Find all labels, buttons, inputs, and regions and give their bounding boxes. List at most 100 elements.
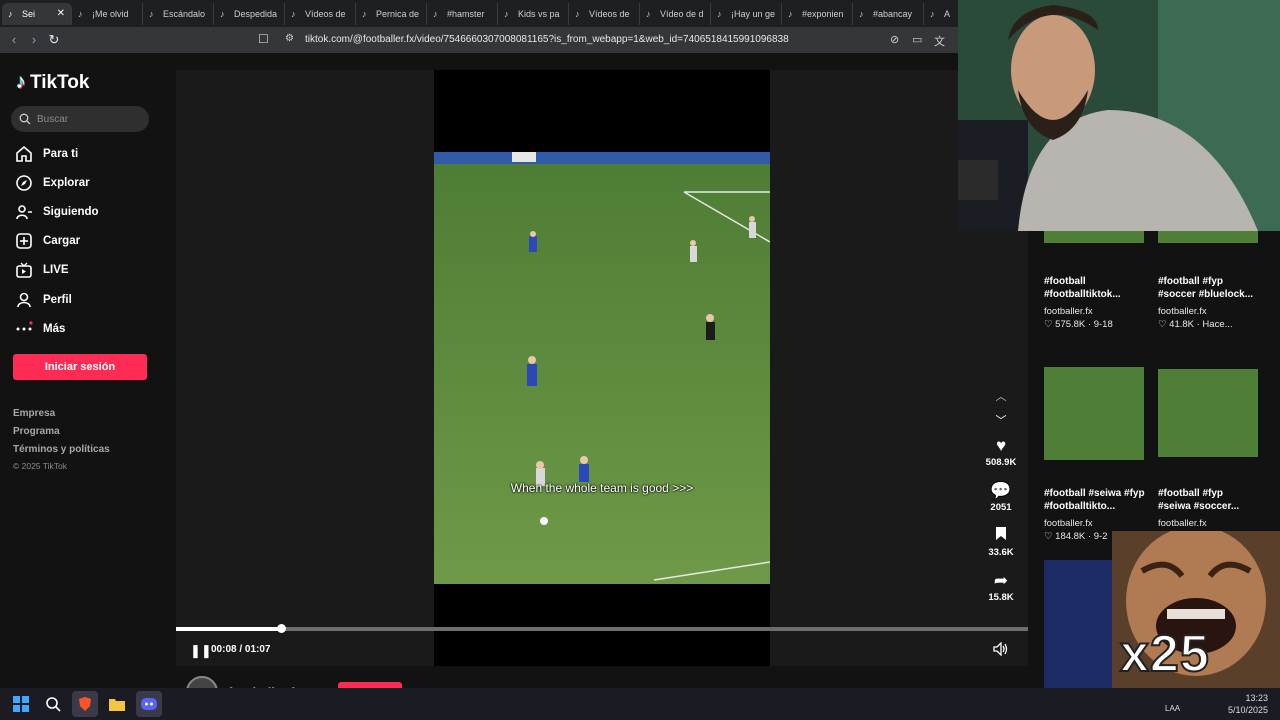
file-explorer-icon[interactable] — [104, 691, 130, 717]
sidebar: ♪ TikTok Buscar Para ti Explorar Siguien… — [0, 53, 176, 688]
browser-tab[interactable]: ♪ #hamster — [427, 2, 498, 25]
nav-label: LIVE — [43, 264, 69, 276]
related-meta-text: 575.8K · 9-18 — [1055, 319, 1113, 330]
nav-perfil[interactable]: Perfil — [15, 291, 72, 309]
live-icon — [16, 262, 32, 278]
action-column: ︿ ﹀ ♥ 508.9K 💬 2051 33.6K ➦ 15.8K — [978, 385, 1024, 613]
share-count: 15.8K — [988, 592, 1014, 603]
progress-knob[interactable] — [276, 624, 286, 633]
progress-fill — [176, 627, 281, 631]
nav-siguiendo[interactable]: Siguiendo — [15, 203, 99, 221]
browser-tab[interactable]: ♪ #exponien — [782, 2, 853, 25]
tab-label: #hamster — [447, 8, 485, 19]
tiktok-favicon-icon: ♪ — [859, 8, 864, 19]
related-title[interactable]: #football #fyp #soccer #bluelock... — [1158, 275, 1258, 301]
browser-tab[interactable]: ♪ Kids vs pa — [498, 2, 569, 25]
tab-label: Despedida — [234, 8, 278, 19]
related-user[interactable]: footballer.fx — [1044, 518, 1093, 529]
nav-explorar[interactable]: Explorar — [15, 174, 90, 192]
chevron-down-icon[interactable]: ﹀ — [978, 409, 1024, 433]
tiktok-favicon-icon: ♪ — [788, 8, 793, 19]
related-thumbnail[interactable] — [1158, 369, 1258, 457]
comment-icon[interactable]: 💬 — [978, 481, 1024, 501]
clock-date: 5/10/2025 — [1227, 705, 1268, 715]
tab-label: Vídeo de d — [660, 8, 704, 19]
tiktok-favicon-icon: ♪ — [362, 8, 367, 19]
copyright: © 2025 TikTok — [13, 461, 67, 471]
related-user[interactable]: footballer.fx — [1158, 306, 1207, 317]
nav-label: Cargar — [43, 235, 81, 247]
browser-tab[interactable]: ♪ Escándalo — [143, 2, 214, 25]
video-frame — [434, 152, 770, 584]
browser-tab[interactable]: ♪ Sei ✕ — [2, 2, 72, 25]
footer-link-terminos[interactable]: Términos y políticas — [13, 444, 110, 455]
tiktok-note-icon: ♪ — [16, 71, 26, 93]
nav-label: Siguiendo — [43, 206, 99, 218]
system-clock[interactable]: 13:23 5/10/2025 — [1228, 692, 1268, 716]
related-thumbnail[interactable] — [1044, 231, 1144, 243]
related-meta-text: 41.8K · Hace... — [1169, 319, 1233, 330]
discord-icon[interactable] — [136, 691, 162, 717]
site-info-icon[interactable]: ⚙ — [285, 33, 294, 44]
url-field[interactable]: tiktok.com/@footballer.fx/video/75466603… — [305, 34, 789, 45]
comment-count: 2051 — [990, 502, 1012, 513]
video-player[interactable]: When the whole team is good >>> — [434, 152, 770, 584]
browser-tab[interactable]: ♪ #abancay — [853, 2, 924, 25]
login-button[interactable]: Iniciar sesión — [13, 354, 147, 380]
footer-link-empresa[interactable]: Empresa — [13, 408, 55, 419]
search-input[interactable]: Buscar — [11, 106, 149, 132]
tab-label: Vídeos de — [589, 8, 630, 19]
cast-icon[interactable]: ▭ — [912, 33, 922, 46]
related-title[interactable]: #football #fyp #seiwa #soccer... — [1158, 487, 1258, 513]
share-icon[interactable]: ➦ — [978, 571, 1024, 591]
emote-multiplier: x25 — [1119, 624, 1210, 684]
related-title[interactable]: #football #seiwa #fyp #footballtikto... — [1044, 487, 1156, 513]
browser-tab[interactable]: ♪ Pernica de — [356, 2, 427, 25]
translate-icon[interactable]: 文 — [934, 33, 945, 49]
nav-cargar[interactable]: Cargar — [15, 232, 80, 250]
forward-icon[interactable]: › — [24, 32, 44, 47]
chevron-up-icon[interactable]: ︿ — [978, 385, 1024, 409]
reload-icon[interactable]: ↻ — [44, 32, 64, 48]
back-icon[interactable]: ‹ — [4, 32, 24, 47]
tiktok-favicon-icon: ♪ — [291, 8, 296, 19]
related-user[interactable]: footballer.fx — [1158, 518, 1207, 529]
related-meta: ♡ 41.8K · Hace... — [1158, 319, 1233, 330]
nav-para-ti[interactable]: Para ti — [15, 145, 78, 163]
related-thumbnail[interactable] — [1044, 367, 1144, 460]
windows-start-icon[interactable] — [8, 691, 34, 717]
close-tab-icon[interactable]: ✕ — [57, 8, 65, 19]
nav-live[interactable]: LIVE — [15, 261, 69, 279]
browser-tab[interactable]: ♪ Vídeos de — [285, 2, 356, 25]
tiktok-logo[interactable]: ♪ TikTok — [16, 71, 89, 94]
search-taskbar-icon[interactable] — [40, 691, 66, 717]
bookmark-save-icon[interactable] — [978, 526, 1024, 546]
nav-label: Para ti — [43, 148, 79, 160]
following-icon — [16, 205, 32, 220]
tiktok-favicon-icon: ♪ — [717, 8, 722, 19]
footer-link-programa[interactable]: Programa — [13, 426, 60, 437]
related-user[interactable]: footballer.fx — [1044, 306, 1093, 317]
related-thumbnail[interactable] — [1044, 560, 1114, 688]
browser-tab[interactable]: ♪ Despedida — [214, 2, 285, 25]
heart-icon[interactable]: ♥ — [978, 436, 1024, 456]
like-count: 508.9K — [985, 457, 1017, 468]
related-thumbnail[interactable] — [1158, 231, 1258, 243]
volume-icon[interactable] — [993, 642, 1009, 656]
language-indicator[interactable]: LAA — [1165, 704, 1180, 713]
related-title[interactable]: #football #footballtiktok... — [1044, 275, 1144, 301]
browser-tab[interactable]: ♪ ¡Hay un ge — [711, 2, 782, 25]
brave-browser-icon[interactable] — [72, 691, 98, 717]
nav-mas[interactable]: Más — [15, 320, 65, 338]
video-progress-bar[interactable] — [176, 624, 1028, 633]
bookmark-icon[interactable]: ☐ — [258, 32, 269, 46]
browser-tab[interactable]: ♪ Vídeo de d — [640, 2, 711, 25]
compass-icon — [16, 175, 32, 191]
browser-tab[interactable]: ♪ Vídeos de — [569, 2, 640, 25]
no-tracking-icon[interactable]: ⊘ — [890, 33, 899, 46]
pause-icon[interactable]: ❚❚ — [190, 643, 212, 659]
browser-tab[interactable]: ♪ ¡Me olvid — [72, 2, 143, 25]
home-icon — [16, 145, 32, 162]
tiktok-favicon-icon: ♪ — [433, 8, 438, 19]
tiktok-favicon-icon: ♪ — [575, 8, 580, 19]
